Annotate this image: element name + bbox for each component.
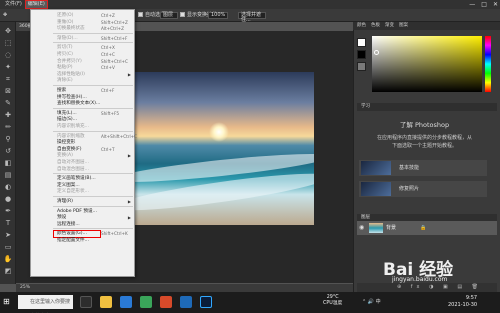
edge-icon[interactable] xyxy=(120,296,132,308)
move-tool-icon[interactable]: ✥ xyxy=(3,12,7,19)
menu-separator xyxy=(53,205,133,207)
eyedropper-icon[interactable]: ✎ xyxy=(3,98,13,108)
learn-item-basic-skills[interactable]: 基本技能 xyxy=(359,160,487,176)
minimize-button[interactable]: — xyxy=(469,0,475,9)
clock[interactable]: 9:57 2021-10-30 xyxy=(448,295,477,309)
stamp-tool-icon[interactable]: ⚲ xyxy=(3,134,13,144)
system-tray[interactable]: ⌃ 🔊 中 xyxy=(362,298,381,305)
file-explorer-icon[interactable] xyxy=(100,296,112,308)
menu-file[interactable]: 文件(F) xyxy=(2,0,25,9)
hand-tool-icon[interactable]: ✋ xyxy=(3,254,13,264)
layer-select[interactable]: 图层 xyxy=(160,12,178,19)
learn-description: 在应用程序内直接提供的分步教程教程，从 xyxy=(376,135,472,141)
menu-separator xyxy=(53,130,133,132)
sun xyxy=(209,122,229,142)
color-picker-field[interactable] xyxy=(372,36,482,92)
edit-menu-item[interactable]: 指定配置文件... xyxy=(31,237,134,245)
menu-separator xyxy=(53,173,133,175)
tab-color[interactable]: 颜色 xyxy=(357,22,366,30)
maximize-button[interactable]: □ xyxy=(481,0,487,9)
task-view-icon[interactable] xyxy=(80,296,92,308)
move-tool-icon[interactable]: ✥ xyxy=(3,26,13,36)
menu-edit[interactable]: 编辑(E) xyxy=(24,0,48,9)
cpu-temp-label: CPU温度 xyxy=(323,301,343,306)
recent-swatches xyxy=(357,38,371,96)
menu-separator xyxy=(53,85,133,86)
gradient-tool-icon[interactable]: ▤ xyxy=(3,170,13,180)
opacity-field[interactable]: 100% xyxy=(208,12,228,19)
window-controls: — □ ✕ xyxy=(469,0,498,9)
taskbar xyxy=(0,292,500,313)
learn-title: 了解 Photoshop xyxy=(399,121,450,129)
menu-separator xyxy=(53,42,133,44)
baidu-watermark-url: jingyan.baidu.com xyxy=(392,276,448,283)
menu-item-label: 指定配置文件... xyxy=(57,238,89,243)
cpu-temp: 29°C CPU温度 xyxy=(323,295,342,307)
lock-icon[interactable]: 🔒 xyxy=(420,221,426,235)
brush-tool-icon[interactable]: ✏ xyxy=(3,122,13,132)
learn-thumbnail xyxy=(361,182,391,196)
tools-panel: ✥ ⬚ ◌ ✦ ⌗ ⊠ ✎ ✚ ✏ ⚲ ↺ ◧ ▤ ◐ ● ✒ T ➤ ▭ ✋ … xyxy=(0,22,16,284)
magic-wand-icon[interactable]: ✦ xyxy=(3,62,13,72)
eraser-tool-icon[interactable]: ◧ xyxy=(3,158,13,168)
learn-item-label: 基本技能 xyxy=(399,165,420,171)
swatch[interactable] xyxy=(357,62,366,71)
menu-separator xyxy=(53,32,133,34)
menu-bar: 文件(F) 编辑(E) — □ ✕ xyxy=(0,0,500,9)
layer-name: 背景 xyxy=(386,225,397,231)
learn-item-fix-photo[interactable]: 修复照片 xyxy=(359,181,487,197)
swatch[interactable] xyxy=(357,50,366,59)
color-picker-handle[interactable] xyxy=(374,50,379,55)
marquee-tool-icon[interactable]: ⬚ xyxy=(3,38,13,48)
beach-photo xyxy=(121,72,314,225)
history-brush-icon[interactable]: ↺ xyxy=(3,146,13,156)
status-bar: 25% xyxy=(16,284,353,292)
color-swatch-icon[interactable]: ◩ xyxy=(3,266,13,276)
swatch[interactable] xyxy=(357,38,366,47)
learn-description: 下面选取一个主题开始教程。 xyxy=(391,143,457,149)
app-icon[interactable] xyxy=(160,296,172,308)
shape-tool-icon[interactable]: ▭ xyxy=(3,242,13,252)
color-panel-tabs: 颜色 色板 渐变 图案 xyxy=(353,22,500,30)
app-icon[interactable] xyxy=(180,296,192,308)
learn-thumbnail xyxy=(361,161,391,175)
edit-menu-dropdown: 还原(O) Ctrl+Z 重做(O) Shift+Ctrl+Z 切换最终状态 Alt+Ct… xyxy=(30,9,137,277)
layer-thumbnail xyxy=(369,223,383,233)
photoshop-icon[interactable] xyxy=(200,296,212,308)
app-icon[interactable] xyxy=(140,296,152,308)
layers-bottom-toolbar: ⊕ fx ◑ ▣ ▤ 🗑 xyxy=(357,283,497,292)
tab-patterns[interactable]: 图案 xyxy=(399,22,408,30)
tab-gradients[interactable]: 渐变 xyxy=(385,22,394,30)
learn-panel-header[interactable]: 学习 xyxy=(357,103,497,111)
dodge-tool-icon[interactable]: ● xyxy=(3,194,13,204)
eye-icon[interactable]: ◉ xyxy=(359,222,367,234)
healing-brush-icon[interactable]: ✚ xyxy=(3,110,13,120)
path-select-icon[interactable]: ➤ xyxy=(3,230,13,240)
menu-separator xyxy=(53,196,133,197)
menu-separator xyxy=(53,107,133,109)
clock-date: 2021-10-30 xyxy=(448,302,478,308)
blur-tool-icon[interactable]: ◐ xyxy=(3,182,13,192)
clock-time: 9:57 xyxy=(465,295,478,301)
refine-button[interactable]: 选择并遮住... xyxy=(238,12,266,23)
hue-slider[interactable] xyxy=(485,36,491,92)
close-button[interactable]: ✕ xyxy=(493,0,498,9)
type-tool-icon[interactable]: T xyxy=(3,218,13,228)
menu-separator xyxy=(53,228,133,230)
crop-tool-icon[interactable]: ⌗ xyxy=(3,74,13,84)
tab-swatches[interactable]: 色板 xyxy=(371,22,380,30)
lasso-tool-icon[interactable]: ◌ xyxy=(3,50,13,60)
windows-start-icon[interactable]: ⊞ xyxy=(3,297,13,307)
frame-tool-icon[interactable]: ⊠ xyxy=(3,86,13,96)
learn-item-label: 修复照片 xyxy=(399,186,420,192)
pen-tool-icon[interactable]: ✒ xyxy=(3,206,13,216)
taskbar-search-input[interactable]: 在这里输入你要搜索的内容 xyxy=(18,295,73,309)
